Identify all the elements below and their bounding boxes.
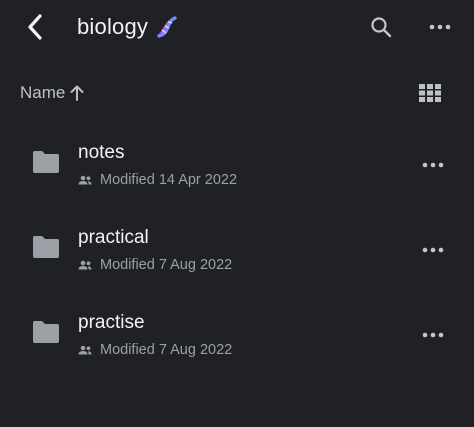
top-app-bar: biology xyxy=(0,0,474,54)
page-title: biology xyxy=(77,14,149,39)
item-more-button[interactable] xyxy=(418,239,448,261)
more-horizontal-icon xyxy=(429,24,451,30)
sort-label: Name xyxy=(20,83,66,102)
folder-icon xyxy=(33,321,59,343)
folder-title: biology xyxy=(77,12,180,42)
grid-view-toggle[interactable] xyxy=(416,80,444,106)
sort-bar: Name xyxy=(0,76,474,110)
people-icon xyxy=(78,260,92,270)
file-name: practise xyxy=(78,312,145,333)
more-horizontal-icon xyxy=(422,332,444,338)
modified-date: Modified 7 Aug 2022 xyxy=(100,257,233,273)
sort-by-name-button[interactable]: Name xyxy=(20,80,85,106)
modified-date: Modified 14 Apr 2022 xyxy=(100,172,238,188)
folder-icon xyxy=(33,236,59,258)
list-item[interactable]: practical Modified 7 Aug 2022 xyxy=(0,207,474,292)
item-more-button[interactable] xyxy=(418,154,448,176)
file-name: practical xyxy=(78,227,149,248)
back-button[interactable] xyxy=(20,10,50,44)
list-item[interactable]: notes Modified 14 Apr 2022 xyxy=(0,122,474,207)
more-horizontal-icon xyxy=(422,247,444,253)
people-icon xyxy=(78,345,92,355)
grid-view-icon xyxy=(419,84,441,102)
folder-icon xyxy=(33,151,59,173)
item-more-button[interactable] xyxy=(418,324,448,346)
file-name: notes xyxy=(78,142,125,163)
people-icon xyxy=(78,175,92,185)
arrow-up-icon xyxy=(70,85,84,101)
list-item[interactable]: practise Modified 7 Aug 2022 xyxy=(0,292,474,377)
dna-icon xyxy=(157,16,177,38)
more-options-button[interactable] xyxy=(424,12,456,42)
modified-date: Modified 7 Aug 2022 xyxy=(100,342,233,358)
search-icon xyxy=(371,17,392,38)
file-meta: Modified 7 Aug 2022 xyxy=(78,256,232,274)
file-meta: Modified 14 Apr 2022 xyxy=(78,171,237,189)
chevron-left-icon xyxy=(28,14,42,40)
file-list: notes Modified 14 Apr 2022 practical Mod… xyxy=(0,122,474,377)
file-meta: Modified 7 Aug 2022 xyxy=(78,341,232,359)
search-button[interactable] xyxy=(366,12,396,42)
drive-folder-screen: biology Name notes Modified 14 Apr 2022 … xyxy=(0,0,474,427)
more-horizontal-icon xyxy=(422,162,444,168)
